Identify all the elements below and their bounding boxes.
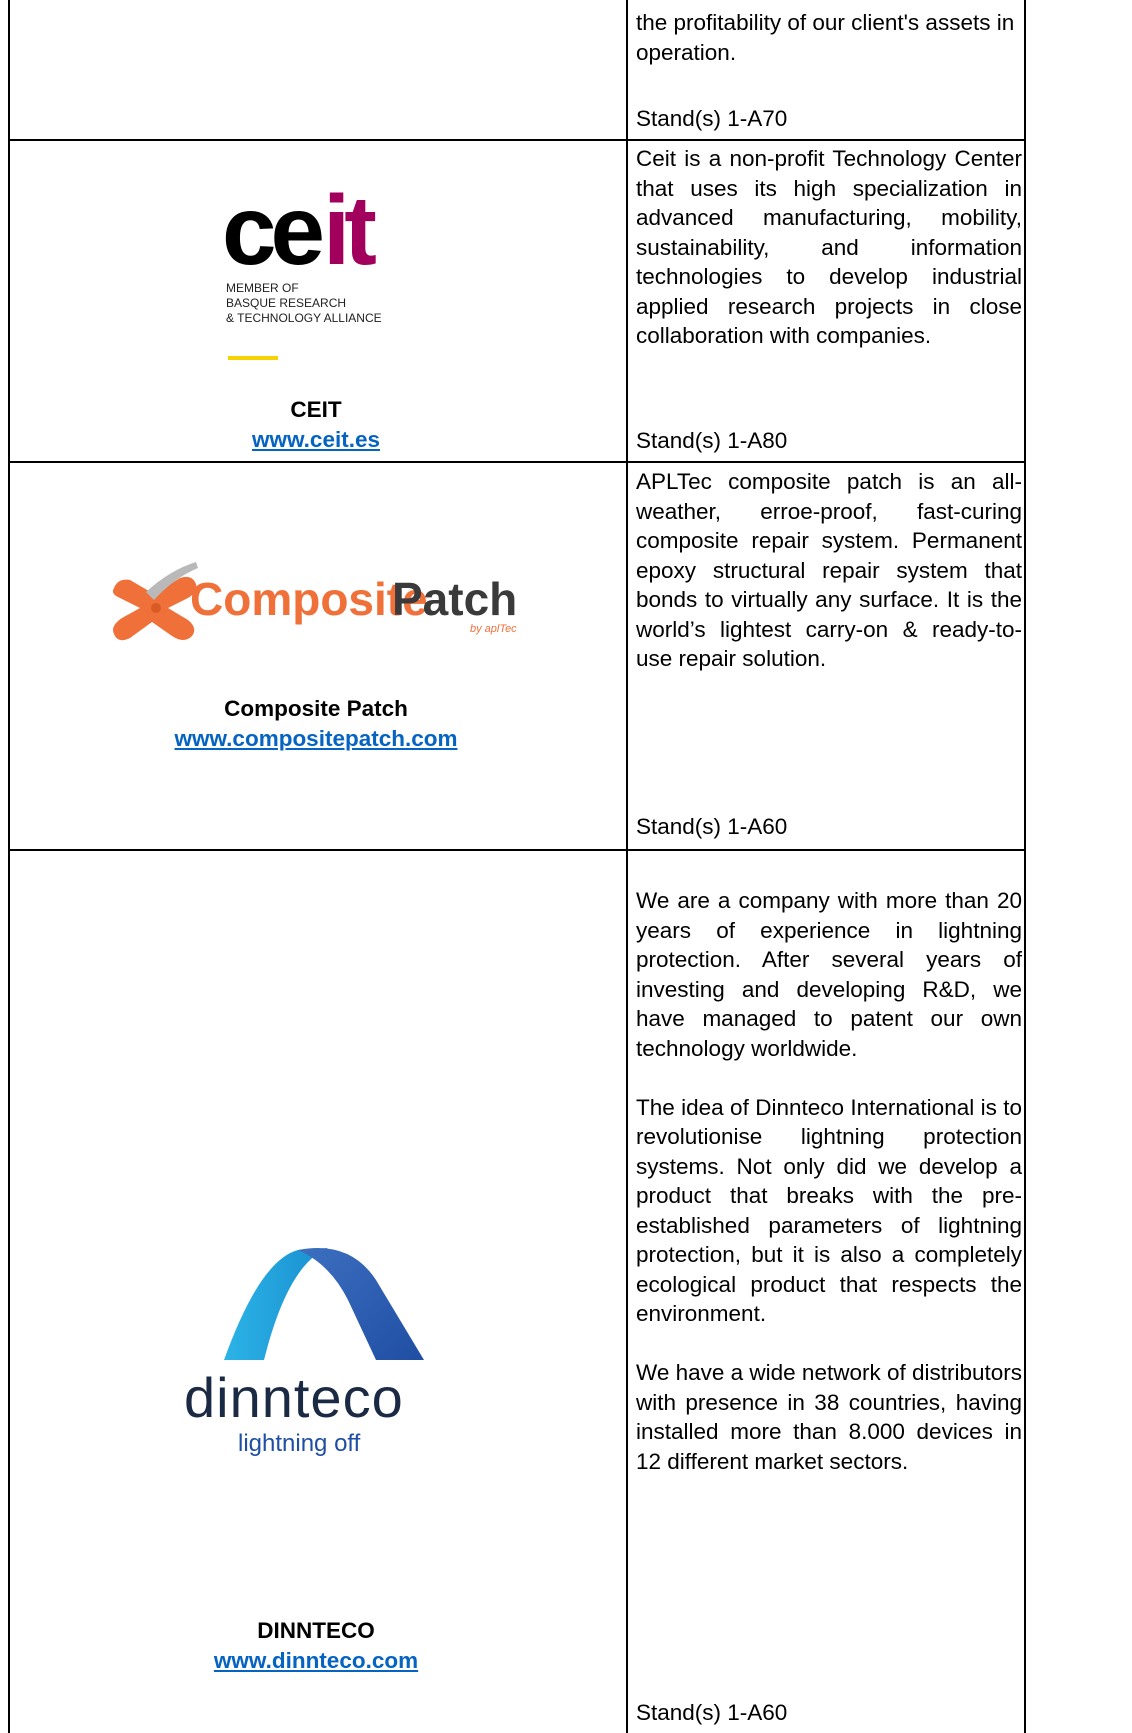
exhibitor-link[interactable]: www.dinnteco.com (214, 1646, 418, 1676)
stand-number: Stand(s) 1-A70 (636, 106, 788, 131)
row-divider-3 (8, 849, 1026, 851)
table-border-left (8, 0, 10, 1733)
patch-x-icon (112, 562, 198, 641)
table-border-right (1024, 0, 1026, 1733)
description-paragraph: APLTec composite patch is an all-weather… (636, 469, 1022, 671)
exhibitor-caption: CEIT www.ceit.es (10, 395, 622, 455)
dinnteco-mountain-icon (224, 1248, 424, 1360)
row-description: the profitability of our client's assets… (636, 8, 1022, 67)
ceit-logo: ce it MEMBER OF BASQUE RESEARCH & TECHNO… (222, 175, 412, 368)
row-description: Ceit is a non-profit Technology Center t… (636, 144, 1022, 351)
dinnteco-logo: dinnteco lightning off (180, 1220, 460, 1520)
exhibitor-caption: DINNTECO www.dinnteco.com (10, 1616, 622, 1676)
aplTec-tagline: by aplTec (470, 623, 517, 635)
exhibitor-name: Composite Patch (224, 696, 408, 721)
exhibitor-name: DINNTECO (257, 1618, 375, 1643)
exhibitor-link[interactable]: www.compositepatch.com (175, 724, 458, 754)
description-paragraph: The idea of Dinnteco International is to… (636, 1094, 1022, 1327)
ceit-wordmark-accent: it (323, 188, 376, 285)
table-column-divider (626, 0, 628, 1733)
exhibitor-name: CEIT (290, 397, 342, 422)
stand-number: Stand(s) 1-A80 (636, 428, 788, 453)
composite-patch-logo: Composite Patch by aplTec (110, 548, 530, 648)
row-divider-2 (8, 461, 1026, 463)
stand-number: Stand(s) 1-A60 (636, 814, 788, 839)
exhibitor-link[interactable]: www.ceit.es (252, 425, 380, 455)
row-description: We are a company with more than 20 years… (636, 886, 1022, 1476)
description-paragraph: the profitability of our client's assets… (636, 10, 1015, 65)
dinnteco-wordmark: dinnteco (184, 1366, 404, 1429)
exhibitor-caption: Composite Patch www.compositepatch.com (10, 694, 622, 754)
dinnteco-tagline: lightning off (238, 1430, 361, 1457)
ceit-member-line: MEMBER OF (226, 281, 299, 295)
description-paragraph: We have a wide network of distributors w… (636, 1360, 1023, 1474)
row-divider-1 (8, 139, 1026, 141)
ceit-yellow-bar (228, 356, 278, 360)
ceit-wordmark-dark: ce (222, 188, 323, 285)
row-description: APLTec composite patch is an all-weather… (636, 467, 1022, 674)
patch-wordmark: Patch (392, 573, 517, 625)
description-paragraph: Ceit is a non-profit Technology Center t… (636, 146, 1022, 348)
description-paragraph: We are a company with more than 20 years… (636, 888, 1022, 1061)
ceit-alliance-line: & TECHNOLOGY ALLIANCE (226, 311, 382, 325)
ceit-basque-line: BASQUE RESEARCH (226, 296, 346, 310)
stand-number: Stand(s) 1-A60 (636, 1700, 788, 1725)
